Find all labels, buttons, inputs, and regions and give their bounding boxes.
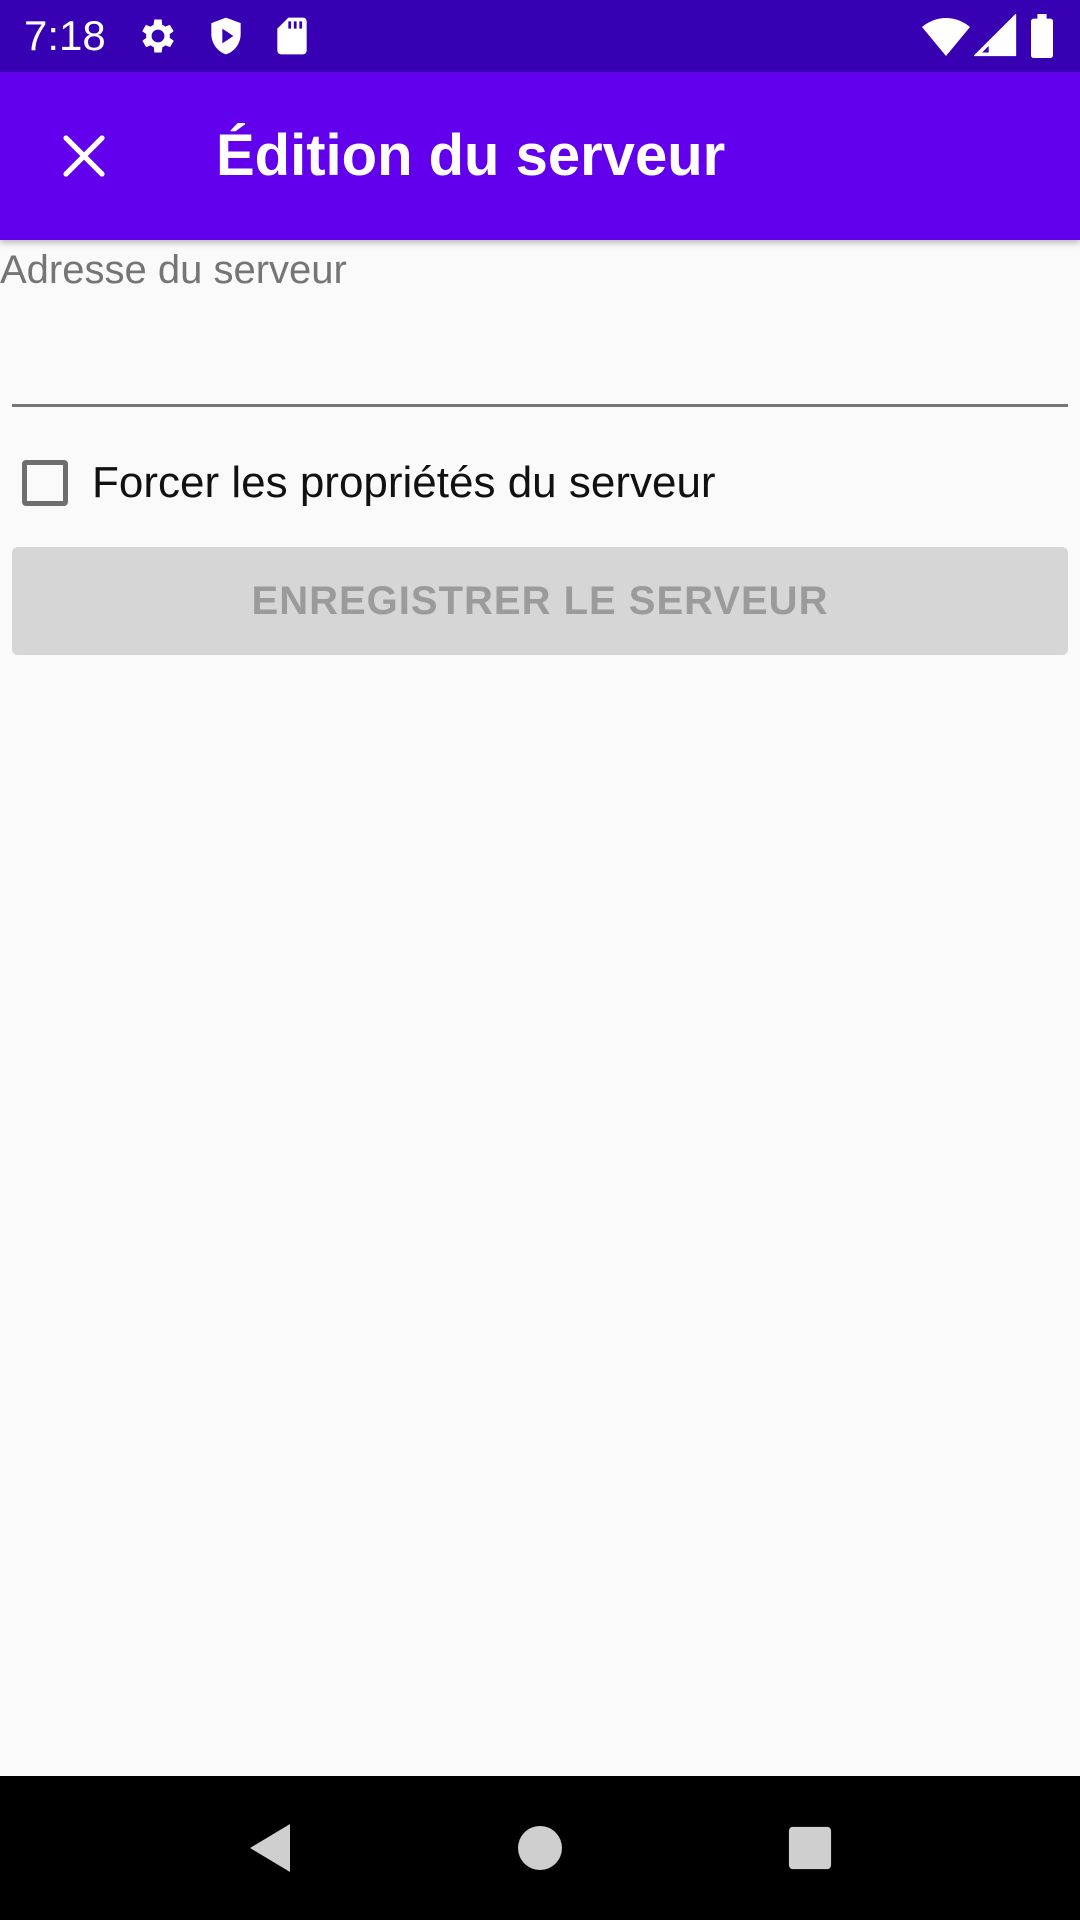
status-time: 7:18	[24, 12, 106, 59]
force-properties-checkbox-row[interactable]: Forcer les propriétés du serveur	[12, 440, 716, 526]
force-properties-label: Forcer les propriétés du serveur	[92, 458, 716, 507]
close-button[interactable]	[36, 108, 132, 204]
settings-icon	[136, 14, 180, 58]
recents-square-icon	[788, 1826, 832, 1870]
app-bar: Édition du serveur	[0, 72, 1080, 240]
sd-card-icon	[270, 14, 314, 58]
close-icon	[63, 135, 105, 177]
status-bar: 7:18	[0, 0, 1080, 72]
home-circle-icon	[518, 1826, 562, 1870]
page-title: Édition du serveur	[216, 123, 726, 188]
wifi-icon	[922, 14, 970, 58]
system-nav-bar	[0, 1776, 1080, 1920]
back-button[interactable]	[222, 1800, 318, 1896]
battery-icon	[1028, 14, 1060, 58]
cell-signal-icon	[973, 13, 1018, 58]
home-button[interactable]	[492, 1800, 588, 1896]
force-properties-checkbox[interactable]	[22, 460, 68, 506]
back-triangle-icon	[250, 1824, 290, 1872]
recents-button[interactable]	[762, 1800, 858, 1896]
server-address-input[interactable]	[12, 300, 1068, 407]
screen: 7:18 Édition du serveur Adresse du serve	[0, 0, 1080, 1920]
server-address-label: Adresse du serveur	[0, 248, 347, 292]
shield-play-icon	[204, 14, 248, 58]
save-server-button[interactable]: ENREGISTRER LE SERVEUR	[12, 547, 1068, 655]
